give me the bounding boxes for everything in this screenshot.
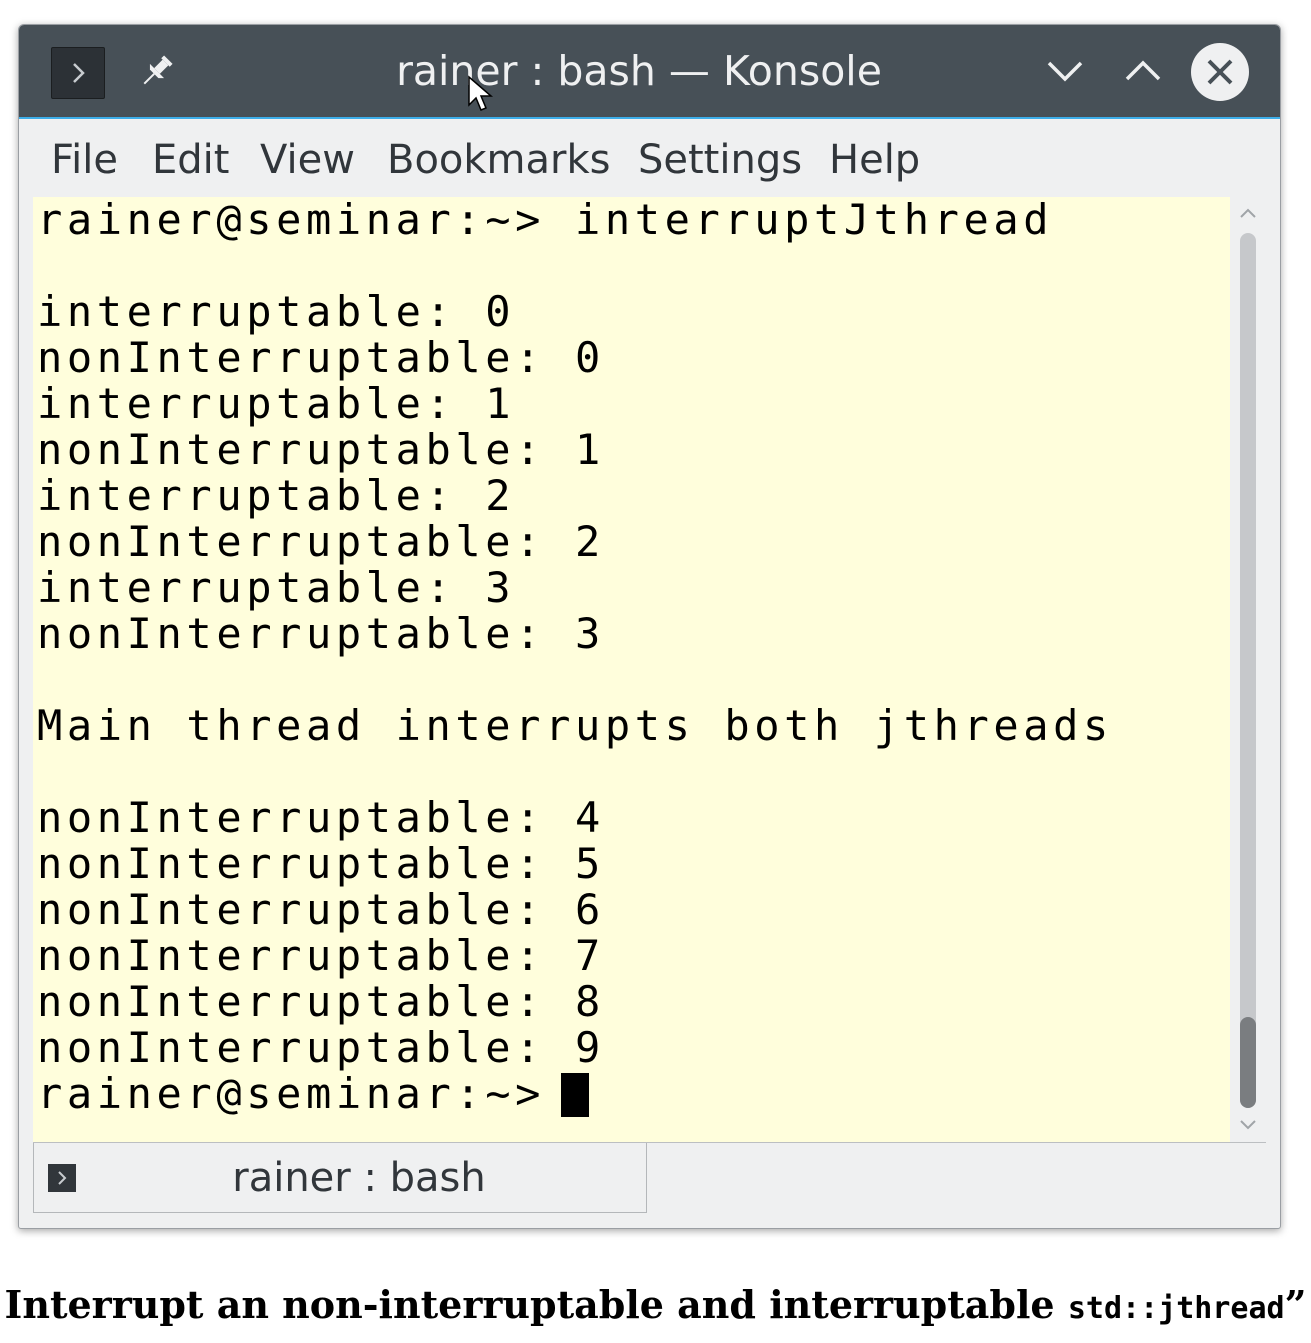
- caption-suffix: ”: [1284, 1282, 1307, 1327]
- caption-code: std::jthread: [1067, 1291, 1285, 1326]
- terminal-line: Main thread interrupts both jthreads: [37, 701, 1113, 750]
- konsole-window: rainer : bash — Konsole File Edit View B…: [18, 24, 1281, 1229]
- terminal-cursor: [561, 1073, 589, 1117]
- figure-caption: Interrupt an non-interruptable and inter…: [0, 1278, 1311, 1332]
- window-title: rainer : bash — Konsole: [396, 47, 882, 95]
- scrollbar-handle[interactable]: [1240, 1017, 1256, 1108]
- menu-edit[interactable]: Edit: [152, 135, 229, 185]
- menu-view[interactable]: View: [260, 135, 355, 185]
- terminal-icon: [48, 1164, 76, 1192]
- terminal-line: nonInterruptable: 0: [37, 333, 605, 382]
- terminal-line: nonInterruptable: 5: [37, 839, 605, 888]
- terminal-prompt-line: rainer@seminar:~>: [37, 1069, 575, 1118]
- terminal-line: nonInterruptable: 6: [37, 885, 605, 934]
- scroll-down-icon[interactable]: [1238, 1117, 1258, 1131]
- terminal-line: nonInterruptable: 1: [37, 425, 605, 474]
- terminal-line: interruptable: 3: [37, 563, 516, 612]
- terminal-icon[interactable]: [51, 47, 105, 99]
- terminal-line: nonInterruptable: 7: [37, 931, 605, 980]
- maximize-chevron-icon[interactable]: [1117, 45, 1169, 97]
- scrollbar-track[interactable]: [1240, 233, 1256, 1108]
- terminal-line: nonInterruptable: 4: [37, 793, 605, 842]
- scrollbar[interactable]: [1230, 197, 1266, 1142]
- tab-label: rainer : bash: [232, 1155, 486, 1201]
- mouse-pointer-icon: [467, 75, 497, 115]
- terminal-line: rainer@seminar:~> interruptJthread: [37, 197, 1054, 244]
- menu-help[interactable]: Help: [829, 135, 920, 185]
- terminal-line: nonInterruptable: 2: [37, 517, 605, 566]
- close-icon[interactable]: [1191, 43, 1249, 101]
- terminal-line: nonInterruptable: 8: [37, 977, 605, 1026]
- menu-settings[interactable]: Settings: [638, 135, 802, 185]
- minimize-chevron-icon[interactable]: [1039, 45, 1091, 97]
- terminal-line: interruptable: 1: [37, 379, 516, 428]
- menubar: File Edit View Bookmarks Settings Help: [19, 119, 1280, 199]
- titlebar[interactable]: rainer : bash — Konsole: [19, 25, 1280, 119]
- terminal-line: nonInterruptable: 3: [37, 609, 605, 658]
- menu-bookmarks[interactable]: Bookmarks: [387, 135, 610, 185]
- tabbar: rainer : bash: [33, 1142, 1266, 1215]
- terminal-line: interruptable: 2: [37, 471, 516, 520]
- tab-bash[interactable]: rainer : bash: [33, 1143, 647, 1213]
- scroll-up-icon[interactable]: [1238, 205, 1258, 219]
- terminal-line: interruptable: 0: [37, 287, 516, 336]
- pin-icon[interactable]: [137, 51, 177, 91]
- menu-file[interactable]: File: [51, 135, 118, 185]
- caption-text: Interrupt an non-interruptable and inter…: [4, 1282, 1068, 1327]
- terminal-line: nonInterruptable: 9: [37, 1023, 605, 1072]
- terminal-output[interactable]: rainer@seminar:~> interruptJthread inter…: [33, 197, 1230, 1142]
